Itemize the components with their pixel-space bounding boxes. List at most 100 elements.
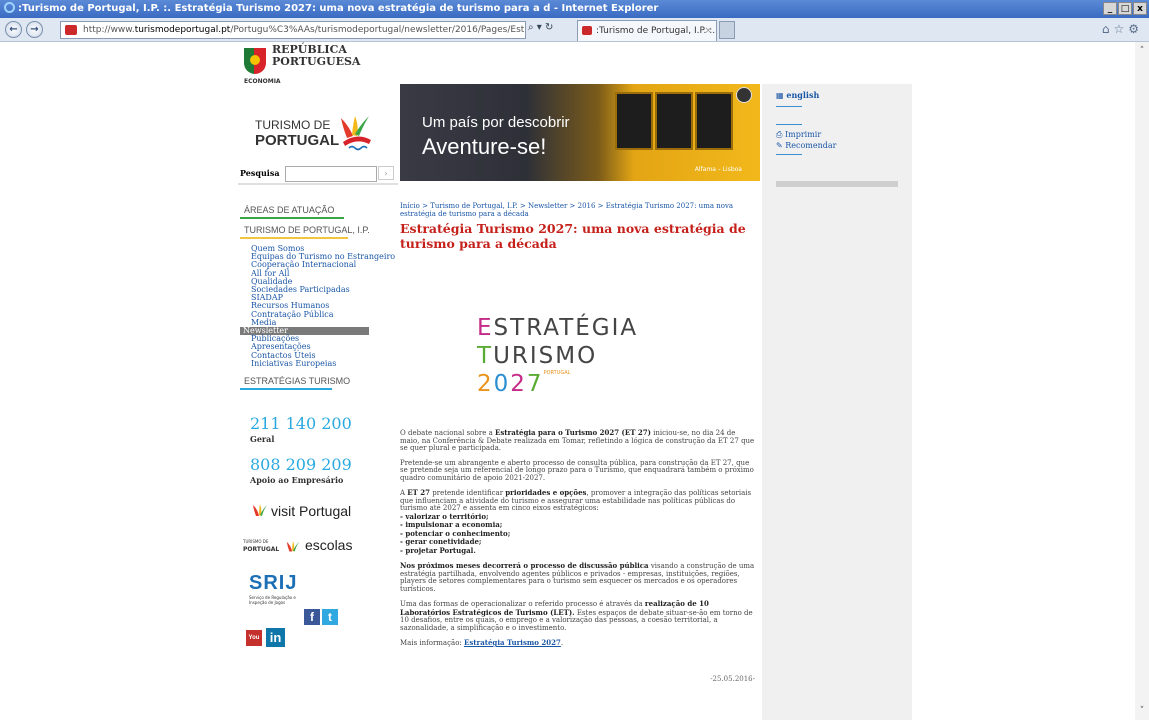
nav-turismo-de-portugal[interactable]: TURISMO DE PORTUGAL, I.P.: [240, 222, 375, 237]
divider: [238, 183, 398, 185]
banner-tagline: Um país por descobrir: [422, 114, 570, 131]
url-prefix: http://www.: [83, 25, 135, 35]
recommend-label: Recomendar: [785, 141, 837, 150]
browser-nav-bar: ← → http://www.turismodeportugal.pt/Port…: [0, 18, 1149, 42]
youtube-icon[interactable]: You: [246, 630, 262, 646]
turismo-de-portugal-logo[interactable]: TURISMO DE PORTUGAL: [255, 112, 385, 160]
banner-headline: Aventure-se!: [422, 134, 547, 159]
print-link[interactable]: ⎙ Imprimir: [776, 130, 821, 140]
search-label: Pesquisa: [240, 168, 280, 178]
publish-date: -25.05.2016-: [710, 675, 755, 683]
search-input[interactable]: [285, 166, 377, 182]
breadcrumb[interactable]: Início > Turismo de Portugal, I.P. > New…: [400, 202, 755, 218]
facebook-icon[interactable]: f: [304, 609, 320, 625]
logo-portugal: PORTUGAL: [543, 370, 571, 376]
twitter-icon[interactable]: t: [322, 609, 338, 625]
minimize-button[interactable]: _: [1103, 2, 1117, 15]
home-favorites-settings-icons[interactable]: ⌂☆⚙: [1102, 22, 1143, 36]
back-button[interactable]: ←: [5, 21, 22, 38]
estrategia-turismo-2027-logo: ESTRATÉGIA TURISMO 2027PORTUGAL: [477, 314, 697, 398]
tram-window: [695, 92, 733, 150]
window-title: :Turismo de Portugal, I.P. :. Estratégia…: [18, 3, 659, 14]
visit-portugal-flower-icon: [253, 504, 267, 516]
paragraph: A ET 27 pretende identificar prioridades…: [400, 488, 752, 555]
english-link[interactable]: ▦ english: [776, 90, 819, 100]
yellow-underline: [240, 237, 348, 239]
logo-line-1: TURISMO DE: [255, 118, 331, 132]
gray-separator: [776, 181, 898, 187]
left-navigation: ÁREAS DE ATUAÇÃO TURISMO DE PORTUGAL, I.…: [240, 202, 395, 391]
divider: [776, 154, 802, 155]
logo-digit: 2: [510, 371, 527, 397]
phone-general[interactable]: 211 140 200: [250, 414, 352, 433]
escolas-small-text: TURISMO DE: [243, 539, 269, 544]
linkedin-icon[interactable]: in: [266, 628, 285, 647]
url-domain: turismodeportugal.pt: [134, 25, 231, 35]
internet-explorer-icon: [4, 2, 15, 13]
scroll-down-icon[interactable]: ˅: [1135, 704, 1149, 718]
logo-letter: T: [477, 343, 494, 369]
axis-item: - projetar Portugal.: [400, 545, 476, 555]
address-bar[interactable]: http://www.turismodeportugal.pt/Portugu%…: [60, 21, 526, 39]
green-underline: [240, 217, 344, 219]
more-info-link[interactable]: Estratégia Turismo 2027: [464, 638, 561, 647]
url-path: /Portugu%C3%AAs/turismodeportugal/newsle…: [230, 25, 525, 35]
banner-caption: Alfama – Lisboa: [694, 166, 742, 173]
flag-icon: ▦: [776, 90, 784, 100]
turismo-flower-icon: [341, 116, 371, 151]
scroll-up-icon[interactable]: ˄: [1135, 44, 1149, 58]
close-window-button[interactable]: x: [1133, 2, 1147, 15]
english-label: english: [786, 90, 820, 100]
escolas-text: escolas: [305, 537, 353, 553]
close-tab-icon[interactable]: ×: [704, 21, 712, 41]
nav-areas-de-atuacao[interactable]: ÁREAS DE ATUAÇÃO: [240, 202, 375, 217]
visit-portugal-logo[interactable]: visit Portugal: [251, 501, 361, 523]
paragraph: Nos próximos meses decorrerá o processo …: [400, 561, 755, 593]
site-favicon-icon: [65, 25, 77, 35]
forward-button[interactable]: →: [26, 21, 43, 38]
portugal-emblem-icon: [244, 48, 266, 74]
search-area: Pesquisa ›: [238, 166, 398, 182]
phone-business[interactable]: 808 209 209: [250, 455, 352, 474]
vertical-scrollbar[interactable]: ˄ ˅: [1135, 42, 1149, 720]
address-tools[interactable]: ⌕ ▾ ↻: [528, 22, 553, 33]
hero-banner[interactable]: Um país por descobrir Aventure-se! Alfam…: [400, 84, 760, 181]
paragraph: Pretende-se um abrangente e aberto proce…: [400, 458, 754, 482]
tram-window: [655, 92, 693, 150]
printer-icon: ⎙: [776, 130, 783, 139]
blue-underline: [240, 388, 332, 391]
tab-title: :Turismo de Portugal, I.P. :....: [596, 26, 717, 36]
logo-word: STRATÉGIA: [493, 315, 639, 341]
restore-button[interactable]: □: [1118, 2, 1132, 15]
srij-text: SRIJ: [249, 572, 298, 594]
window-title-bar: :Turismo de Portugal, I.P. :. Estratégia…: [0, 0, 1149, 18]
logo-digit: 0: [493, 371, 511, 397]
share-icon: ✎: [776, 141, 783, 150]
banner-badge-icon: [736, 87, 752, 103]
visit-portugal-text: visit Portugal: [271, 503, 352, 519]
logo-digit: 2: [477, 371, 494, 397]
logo-word: URISMO: [493, 343, 598, 369]
escolas-brand-text: PORTUGAL: [243, 546, 280, 553]
new-tab-button[interactable]: [719, 21, 735, 39]
browser-tab[interactable]: :Turismo de Portugal, I.P. :.... ×: [577, 20, 717, 41]
page-title: Estratégia Turismo 2027: uma nova estrat…: [400, 221, 746, 251]
recommend-link[interactable]: ✎ Recomendar: [776, 141, 837, 150]
logo-letter: E: [477, 315, 494, 341]
paragraph: Mais informação: Estratégia Turismo 2027…: [400, 638, 564, 647]
srij-logo[interactable]: SRIJ Serviço de Regulação e Inspeção de …: [249, 572, 309, 605]
paragraph: O debate nacional sobre a Estratégia par…: [400, 428, 755, 452]
phone-business-label: Apoio ao Empresário: [250, 475, 344, 485]
paragraph: Uma das formas de operacionalizar o refe…: [400, 599, 753, 632]
nav-estrategias-turismo[interactable]: ESTRATÉGIAS TURISMO: [240, 373, 375, 388]
article: Início > Turismo de Portugal, I.P. > New…: [400, 202, 755, 683]
logo-line-2: PORTUGAL: [255, 132, 340, 149]
turismo-escolas-logo[interactable]: TURISMO DE PORTUGAL escolas: [243, 537, 363, 561]
nav-subitem[interactable]: Iniciativas Europeias: [251, 359, 375, 368]
divider: [776, 106, 802, 107]
nav-subitems: Quem Somos Equipas do Turismo no Estrange…: [240, 244, 395, 368]
search-go-icon[interactable]: ›: [378, 166, 394, 180]
right-sidebar: ▦ english ⎙ Imprimir ✎ Recomendar: [762, 84, 912, 720]
portuguesa-text: PORTUGUESA: [272, 55, 361, 68]
print-label: Imprimir: [784, 130, 822, 139]
